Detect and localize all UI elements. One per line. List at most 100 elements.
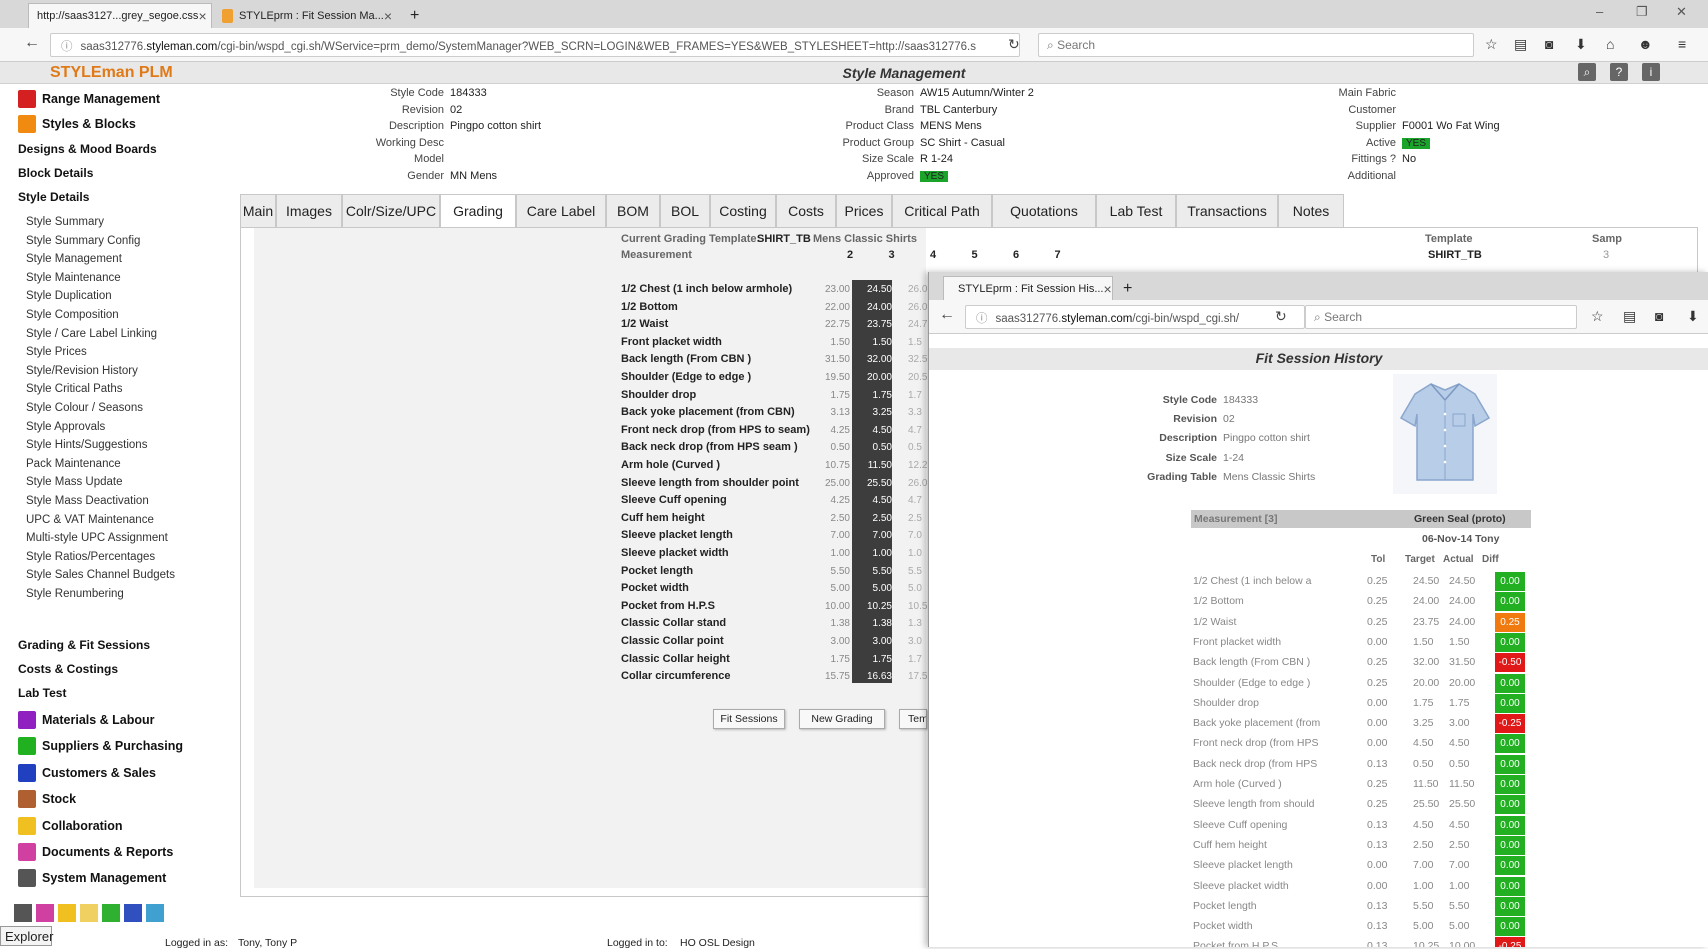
tab-care-label[interactable]: Care Label <box>516 194 606 228</box>
collaboration-icon[interactable] <box>58 904 76 922</box>
sidebar-section-collaboration[interactable]: Collaboration <box>18 816 123 835</box>
sidebar-section-styles-blocks[interactable]: Styles & Blocks <box>18 115 136 133</box>
tab-costing[interactable]: Costing <box>710 194 776 228</box>
bookmark-star-icon[interactable]: ☆ <box>1591 308 1604 325</box>
sidebar-section-range-management[interactable]: Range Management <box>18 90 160 108</box>
sidebar-item[interactable]: Pack Maintenance <box>26 458 121 470</box>
search-input[interactable]: ⌕ Search <box>1038 33 1474 57</box>
sidebar-item[interactable]: Style Prices <box>26 346 87 358</box>
sidebar-section-suppliers[interactable]: Suppliers & Purchasing <box>18 737 183 756</box>
home-icon[interactable]: ⌂ <box>1606 36 1614 52</box>
sidebar-subhead-style-details[interactable]: Style Details <box>18 190 89 204</box>
sidebar-item[interactable]: Style Colour / Seasons <box>26 402 143 414</box>
reload-icon[interactable]: ↻ <box>1275 308 1287 325</box>
fit-sessions-button[interactable]: Fit Sessions <box>713 709 785 729</box>
pocket-icon[interactable]: ◙ <box>1545 36 1553 52</box>
tab-quotations[interactable]: Quotations <box>992 194 1096 228</box>
sidebar-item[interactable]: Style Approvals <box>26 421 105 433</box>
explorer-tooltip[interactable]: Explorer <box>0 926 53 946</box>
search-icon[interactable]: ⌕ <box>1578 63 1596 81</box>
download-icon[interactable]: ⬇ <box>1575 36 1587 53</box>
close-window-icon[interactable]: ✕ <box>1676 4 1687 20</box>
sidebar-item[interactable]: Style Critical Paths <box>26 383 123 395</box>
tab-prices[interactable]: Prices <box>836 194 892 228</box>
new-tab-button[interactable]: + <box>1115 276 1143 301</box>
new-tab-button[interactable]: + <box>402 3 430 28</box>
popup-search-input[interactable]: ⌕ Search <box>1305 305 1577 329</box>
tab-lab-test[interactable]: Lab Test <box>1096 194 1176 228</box>
fs-row-target: 4.50 <box>1413 818 1434 831</box>
sidebar-section-customers[interactable]: Customers & Sales <box>18 763 156 782</box>
sidebar-section-label: Documents & Reports <box>42 845 174 859</box>
tab-images[interactable]: Images <box>276 194 342 228</box>
tab-bol[interactable]: BOL <box>660 194 710 228</box>
sidebar-section-stock[interactable]: Stock <box>18 790 76 809</box>
tab-costs[interactable]: Costs <box>776 194 836 228</box>
dashboard-icon[interactable] <box>36 904 54 922</box>
sidebar-item[interactable]: Style/Revision History <box>26 365 138 377</box>
sidebar-subhead-grading[interactable]: Grading & Fit Sessions <box>18 638 150 652</box>
sidebar-item[interactable]: Style Summary Config <box>26 235 140 247</box>
reload-icon[interactable]: ↻ <box>1008 36 1020 53</box>
fs-row-name: Sleeve Cuff opening <box>1193 818 1288 831</box>
fs-row-target: 24.00 <box>1413 595 1440 608</box>
tab-critical-path[interactable]: Critical Path <box>892 194 992 228</box>
sidebar-section-system[interactable]: System Management <box>18 869 166 888</box>
help-icon[interactable]: ? <box>1610 63 1628 81</box>
sidebar-item[interactable]: Style Management <box>26 253 122 265</box>
suppliers-icon[interactable] <box>102 904 120 922</box>
warning-icon[interactable] <box>80 904 98 922</box>
sidebar-subhead-costs[interactable]: Costs & Costings <box>18 662 118 676</box>
tab-transactions[interactable]: Transactions <box>1176 194 1278 228</box>
info-icon[interactable]: i <box>1642 63 1660 81</box>
new-grading-button[interactable]: New Grading <box>799 709 885 729</box>
popup-browser-tab[interactable]: STYLEprm : Fit Session His... × <box>943 276 1113 301</box>
sidebar-subhead-block-details[interactable]: Block Details <box>18 166 93 180</box>
account-icon[interactable]: ☻ <box>1638 36 1653 52</box>
reading-list-icon[interactable]: ▤ <box>1623 308 1636 325</box>
sidebar-subhead-lab-test[interactable]: Lab Test <box>18 686 66 700</box>
tools-icon[interactable] <box>146 904 164 922</box>
sidebar-item[interactable]: Style Ratios/Percentages <box>26 551 155 563</box>
download-icon[interactable]: ⬇ <box>1687 308 1699 325</box>
sidebar-item[interactable]: Style Sales Channel Budgets <box>26 569 175 581</box>
tab-notes[interactable]: Notes <box>1278 194 1344 228</box>
reading-list-icon[interactable]: ▤ <box>1514 36 1527 53</box>
bookmark-star-icon[interactable]: ☆ <box>1485 36 1498 53</box>
sidebar-item[interactable]: UPC & VAT Maintenance <box>26 514 154 526</box>
pocket-icon[interactable]: ◙ <box>1655 308 1663 324</box>
sidebar-section-materials[interactable]: Materials & Labour <box>18 711 155 729</box>
template-button[interactable]: Tem <box>899 709 927 729</box>
minimize-icon[interactable]: – <box>1596 4 1603 19</box>
sidebar-item[interactable]: Multi-style UPC Assignment <box>26 532 168 544</box>
sidebar-item[interactable]: Style Mass Deactivation <box>26 495 149 507</box>
close-icon[interactable]: × <box>384 8 392 24</box>
sidebar-item[interactable]: Style / Care Label Linking <box>26 328 157 340</box>
tab-bom[interactable]: BOM <box>606 194 660 228</box>
sidebar-item[interactable]: Style Summary <box>26 216 104 228</box>
back-icon[interactable]: ← <box>24 34 40 52</box>
close-icon[interactable]: × <box>198 8 206 24</box>
calendar-icon[interactable] <box>124 904 142 922</box>
browser-tab-fit-session[interactable]: STYLEprm : Fit Session Ma... × <box>214 3 400 28</box>
sidebar-item[interactable]: Style Renumbering <box>26 588 124 600</box>
tab-main[interactable]: Main <box>240 194 276 228</box>
search-icon[interactable] <box>14 904 32 922</box>
popup-address-bar[interactable]: ⓘ saas312776.styleman.com/cgi-bin/wspd_cg… <box>965 305 1305 329</box>
tab-grading[interactable]: Grading <box>440 194 516 228</box>
sidebar-item[interactable]: Style Maintenance <box>26 272 121 284</box>
restore-icon[interactable]: ❐ <box>1636 4 1648 20</box>
back-icon[interactable]: ← <box>939 306 955 324</box>
menu-icon[interactable]: ≡ <box>1678 36 1686 52</box>
address-bar[interactable]: ⓘ saas312776.styleman.com/cgi-bin/wspd_cg… <box>50 33 1020 57</box>
tab-colr-size-upc[interactable]: Colr/Size/UPC <box>342 194 440 228</box>
close-icon[interactable]: × <box>1103 281 1111 297</box>
sidebar-item[interactable]: Style Composition <box>26 309 119 321</box>
sidebar-subhead-designs[interactable]: Designs & Mood Boards <box>18 142 157 156</box>
browser-tab-css[interactable]: http://saas3127...grey_segoe.css × <box>28 3 212 28</box>
sidebar-section-documents[interactable]: Documents & Reports <box>18 843 173 861</box>
sidebar-item[interactable]: Style Duplication <box>26 290 112 302</box>
sidebar-item[interactable]: Style Hints/Suggestions <box>26 439 147 451</box>
info-value: Pingpo cotton shirt <box>450 120 542 133</box>
sidebar-item[interactable]: Style Mass Update <box>26 476 123 488</box>
